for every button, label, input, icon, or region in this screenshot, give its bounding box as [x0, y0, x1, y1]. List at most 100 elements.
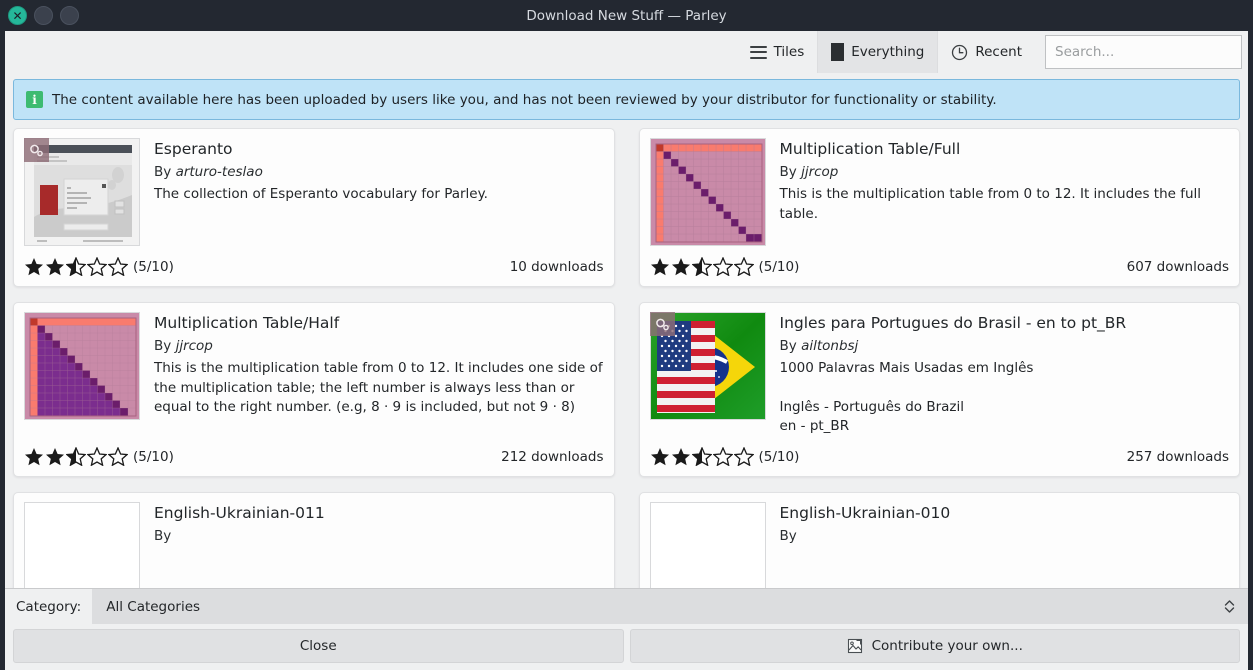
thumbnail-wrapper — [24, 138, 140, 246]
entry-card[interactable]: Esperanto By arturo-teslao The collectio… — [13, 128, 615, 287]
entry-author-line: By — [780, 528, 1230, 544]
category-label: Category: — [5, 589, 93, 624]
star-rating-icons — [650, 257, 754, 276]
close-window-button[interactable]: ✕ — [8, 6, 27, 25]
entry-author-line: By — [154, 528, 604, 544]
rating[interactable]: (5/10) — [650, 257, 800, 276]
star-rating-icons — [24, 447, 128, 466]
minimize-window-button[interactable] — [34, 6, 53, 25]
entry-card[interactable]: English-Ukrainian-011 By — [13, 492, 615, 588]
multiplication-full-thumbnail[interactable] — [649, 138, 766, 246]
entry-title: Multiplication Table/Half — [154, 314, 340, 332]
window-controls: ✕ — [0, 6, 79, 25]
rating[interactable]: (5/10) — [24, 257, 174, 276]
sort-label: Recent — [975, 44, 1022, 60]
maximize-window-button[interactable] — [60, 6, 79, 25]
rating-label: (5/10) — [758, 258, 800, 275]
entry-author: arturo-teslao — [175, 164, 263, 181]
entry-meta: English-Ukrainian-010 By — [780, 502, 1230, 588]
thumbnail-wrapper — [649, 502, 766, 588]
entry-card-top: Ingles para Portugues do Brasil - en to … — [649, 312, 1230, 436]
entry-card-bottom: (5/10) 212 downloads — [24, 436, 604, 476]
entries-grid: Esperanto By arturo-teslao The collectio… — [13, 128, 1240, 588]
entry-card-top: Multiplication Table/Half By jjrcop This… — [24, 312, 604, 420]
entry-card[interactable]: Multiplication Table/Half By jjrcop This… — [13, 302, 615, 477]
entries-scroll-area[interactable]: Esperanto By arturo-teslao The collectio… — [5, 128, 1248, 588]
star-rating-icons — [24, 257, 128, 276]
entry-author-line: By jjrcop — [154, 338, 604, 354]
picture-icon — [847, 638, 863, 654]
dialog-frame: Tiles Everything Recent Search... i The … — [5, 31, 1248, 624]
entry-description: This is the multiplication table from 0 … — [779, 186, 1202, 222]
title-bar: ✕ Download New Stuff — Parley — [0, 0, 1253, 31]
hamburger-icon — [749, 45, 767, 59]
rating[interactable]: (5/10) — [650, 447, 799, 466]
entry-title: Esperanto — [154, 140, 233, 158]
entry-meta: Esperanto By arturo-teslao The collectio… — [154, 138, 604, 246]
category-bar: Category: All Categories — [5, 588, 1248, 624]
view-mode-label: Tiles — [773, 44, 805, 60]
contribute-button-label: Contribute your own... — [871, 637, 1023, 654]
filter-everything-button[interactable]: Everything — [817, 31, 938, 73]
dialog-footer: Close Contribute your own... — [5, 624, 1248, 670]
filter-label: Everything — [851, 44, 925, 60]
search-container — [1035, 31, 1248, 73]
category-dropdown[interactable]: All Categories — [92, 589, 1248, 624]
entry-author: ailtonbsj — [801, 338, 859, 355]
entry-description: The collection of Esperanto vocabulary f… — [154, 186, 488, 203]
entry-card[interactable]: Ingles para Portugues do Brasil - en to … — [638, 302, 1240, 477]
entry-title: English-Ukrainian-011 — [154, 504, 325, 522]
entry-card-bottom: (5/10) 257 downloads — [650, 436, 1229, 476]
close-button[interactable]: Close — [13, 628, 624, 663]
thumbnail-wrapper — [649, 138, 766, 246]
by-prefix: By — [154, 164, 172, 181]
entry-card[interactable]: Multiplication Table/Full By jjrcop This… — [638, 128, 1240, 287]
entry-title: Ingles para Portugues do Brasil - en to … — [779, 314, 1127, 332]
entry-description: 1000 Palavras Mais Usadas em Inglês Ingl… — [779, 360, 1034, 434]
multiplication-half-thumbnail[interactable] — [24, 312, 140, 420]
entry-author-line: By jjrcop — [780, 164, 1230, 180]
by-prefix: By — [779, 164, 797, 181]
entry-author: jjrcop — [175, 338, 213, 355]
entry-meta: English-Ukrainian-011 By — [154, 502, 604, 588]
entry-meta: Ingles para Portugues do Brasil - en to … — [780, 312, 1230, 436]
star-rating-icons — [650, 447, 754, 466]
category-selected-value: All Categories — [106, 598, 201, 615]
rating[interactable]: (5/10) — [24, 447, 174, 466]
entry-card-top: Esperanto By arturo-teslao The collectio… — [24, 138, 604, 246]
entry-title: Multiplication Table/Full — [779, 140, 961, 158]
by-prefix: By — [154, 528, 172, 545]
window-title: Download New Stuff — Parley — [526, 7, 727, 24]
entry-card-bottom: (5/10) 607 downloads — [650, 246, 1229, 286]
blank-thumbnail[interactable] — [24, 502, 140, 588]
download-count: 257 downloads — [1126, 448, 1229, 465]
blank-thumbnail[interactable] — [649, 502, 766, 588]
entry-author: jjrcop — [801, 164, 839, 181]
entry-meta: Multiplication Table/Half By jjrcop This… — [154, 312, 604, 420]
info-banner: i The content available here has been up… — [13, 79, 1240, 120]
entry-card-top: English-Ukrainian-010 By — [649, 502, 1230, 588]
chevron-updown-icon — [1223, 598, 1236, 615]
entry-description: This is the multiplication table from 0 … — [154, 360, 603, 415]
info-icon: i — [26, 91, 43, 108]
download-count: 607 downloads — [1126, 258, 1229, 275]
entry-card-top: Multiplication Table/Full By jjrcop This… — [649, 138, 1230, 246]
download-count: 212 downloads — [501, 448, 604, 465]
thumbnail-wrapper — [24, 312, 140, 420]
by-prefix: By — [154, 338, 172, 355]
thumbnail-wrapper — [649, 312, 766, 436]
square-icon — [831, 43, 845, 61]
search-box[interactable] — [1045, 35, 1242, 69]
thumbnail-wrapper — [24, 502, 140, 588]
entry-author-line: By ailtonbsj — [780, 338, 1230, 354]
toolbar: Tiles Everything Recent — [5, 31, 1248, 73]
search-input[interactable] — [1055, 44, 1232, 60]
rating-label: (5/10) — [133, 448, 174, 465]
sort-recent-button[interactable]: Recent — [937, 31, 1035, 73]
entry-meta: Multiplication Table/Full By jjrcop This… — [780, 138, 1230, 246]
by-prefix: By — [779, 528, 797, 545]
contribute-button[interactable]: Contribute your own... — [629, 628, 1240, 663]
app-window: ✕ Download New Stuff — Parley Tiles Ever… — [0, 0, 1253, 670]
entry-card[interactable]: English-Ukrainian-010 By — [638, 492, 1240, 588]
view-mode-tiles-button[interactable]: Tiles — [737, 31, 818, 73]
